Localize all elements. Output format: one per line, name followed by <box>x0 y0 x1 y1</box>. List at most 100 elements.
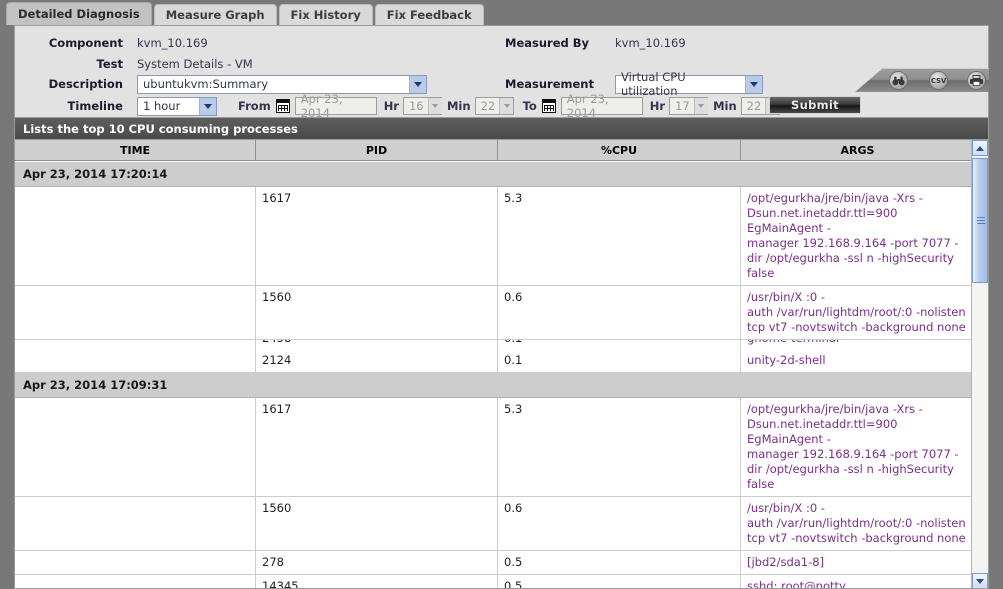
tab-label: Measure Graph <box>165 8 265 22</box>
cell-args: unity-2d-shell <box>747 353 826 367</box>
table-group-header: Apr 23, 2014 17:09:31 <box>15 373 973 398</box>
from-min-value: 22 <box>480 99 496 113</box>
from-min-select[interactable]: 22 <box>474 97 514 115</box>
submit-button-label: Submit <box>791 98 839 112</box>
column-header-cpu[interactable]: %CPU <box>498 140 741 160</box>
chevron-down-icon[interactable] <box>499 98 514 114</box>
cell-pid: 278 <box>256 551 498 574</box>
submit-button[interactable]: Submit <box>769 96 861 114</box>
scroll-down-button[interactable] <box>972 573 988 588</box>
measurement-label: Measurement <box>505 77 594 91</box>
csv-icon[interactable]: CSV <box>929 71 948 90</box>
from-date-input[interactable]: Apr 23, 2014 <box>294 92 377 120</box>
scroll-up-button[interactable] <box>972 140 988 156</box>
timeline-select[interactable]: 1 hour <box>137 96 217 116</box>
to-hr-label: Hr <box>649 99 666 113</box>
csv-icon-label: CSV <box>930 76 947 85</box>
from-hr-select[interactable]: 16 <box>402 97 442 115</box>
description-select[interactable]: ubuntukvm:Summary <box>137 74 427 94</box>
table-row[interactable]: 24580.1gnome-terminal <box>15 340 973 349</box>
scrollbar-grip <box>977 216 985 225</box>
cell-args: [jbd2/sda1-8] <box>747 555 825 569</box>
cell-args: /usr/bin/X :0 - auth /var/run/lightdm/ro… <box>747 290 966 334</box>
tab-fix-feedback[interactable]: Fix Feedback <box>374 4 484 25</box>
to-hr-value: 17 <box>675 99 690 113</box>
timeline-label: Timeline <box>67 99 123 113</box>
tab-detailed-diagnosis[interactable]: Detailed Diagnosis <box>6 2 152 25</box>
column-header-args[interactable]: ARGS <box>741 140 974 160</box>
cell-time <box>15 575 256 588</box>
from-hr-value: 16 <box>408 99 424 113</box>
to-date-input[interactable]: Apr 23, 2014 <box>560 92 643 120</box>
tab-bar: Detailed Diagnosis Measure Graph Fix His… <box>0 0 1003 25</box>
tab-label: Fix History <box>290 8 361 22</box>
measurement-select-value: Virtual CPU utilization <box>621 70 686 98</box>
printer-icon[interactable] <box>967 71 986 90</box>
cell-pid: 1560 <box>256 286 498 339</box>
component-value: kvm_10.169 <box>137 36 208 50</box>
table-row[interactable]: 1617 5.3/opt/egurkha/jre/bin/java -Xrs - … <box>15 187 973 286</box>
printer-glyph <box>970 75 983 86</box>
calendar-icon-from[interactable] <box>275 99 290 113</box>
table-row-clipped[interactable]: 24580.1gnome-terminal <box>15 340 973 349</box>
to-min-label: Min <box>713 99 737 113</box>
clipped-row-content: 24580.1gnome-terminal <box>15 340 973 349</box>
cell-args: /opt/egurkha/jre/bin/java -Xrs - Dsun.ne… <box>747 191 959 280</box>
to-min-value: 22 <box>746 99 762 113</box>
table-row[interactable]: 1560 0.6/usr/bin/X :0 - auth /var/run/lig… <box>15 497 973 551</box>
table-row[interactable]: 2124 0.1 unity-2d-shell <box>15 349 973 373</box>
cell-pid: 14345 <box>256 575 498 588</box>
tab-measure-graph[interactable]: Measure Graph <box>153 4 277 25</box>
vertical-scrollbar[interactable] <box>971 140 988 588</box>
cell-cpu: 0.6 <box>498 286 741 339</box>
tab-fix-history[interactable]: Fix History <box>278 4 373 25</box>
calendar-icon-to[interactable] <box>541 99 556 113</box>
results-table-panel: Lists the top 10 CPU consuming processes… <box>14 117 989 589</box>
cell-args: /usr/bin/X :0 - auth /var/run/lightdm/ro… <box>747 501 966 545</box>
chevron-down-icon[interactable] <box>409 75 426 93</box>
chevron-down-icon[interactable] <box>693 98 708 114</box>
chevron-down-icon[interactable] <box>199 97 216 115</box>
from-hr-label: Hr <box>383 99 399 113</box>
binoculars-icon[interactable] <box>889 71 908 90</box>
cell-cpu: 0.1 <box>498 340 741 349</box>
cell-args: sshd: root@notty <box>747 579 846 589</box>
cell-cpu: 0.1 <box>498 349 741 372</box>
cell-cpu: 0.5 <box>498 575 741 588</box>
to-hr-select[interactable]: 17 <box>669 97 709 115</box>
cell-pid: 2458 <box>256 340 498 349</box>
cell-pid: 1617 <box>256 398 498 496</box>
table-row[interactable]: 278 0.5 [jbd2/sda1-8] <box>15 551 973 575</box>
timeline-row: Timeline 1 hour From Apr 23, 2014 Hr 16 … <box>23 92 780 120</box>
cell-pid: 2124 <box>256 349 498 372</box>
table-title: Lists the top 10 CPU consuming processes <box>15 118 988 140</box>
measurement-row: Measurement Virtual CPU utilization <box>505 70 763 98</box>
cell-cpu: 5.3 <box>498 398 741 496</box>
table-row[interactable]: 1617 5.3/opt/egurkha/jre/bin/java -Xrs - … <box>15 398 973 497</box>
column-header-time[interactable]: TIME <box>15 140 256 160</box>
description-label: Description <box>48 77 123 91</box>
from-min-label: Min <box>446 99 471 113</box>
cell-args: /opt/egurkha/jre/bin/java -Xrs - Dsun.ne… <box>747 402 959 491</box>
cell-time <box>15 340 256 349</box>
table-row[interactable]: 14345 0.5 sshd: root@notty <box>15 575 973 589</box>
action-toolbar: CSV <box>855 68 989 92</box>
measurement-select[interactable]: Virtual CPU utilization <box>615 70 763 98</box>
cell-cpu: 0.5 <box>498 551 741 574</box>
to-label: To <box>522 99 537 113</box>
scrollbar-thumb[interactable] <box>972 158 988 283</box>
cell-pid: 1617 <box>256 187 498 285</box>
test-value: System Details - VM <box>137 57 253 71</box>
table-body: Apr 23, 2014 17:20:14 1617 5.3/opt/egurkh… <box>15 162 973 589</box>
chevron-down-icon[interactable] <box>427 98 442 114</box>
cell-args: gnome-terminal <box>741 340 973 349</box>
from-label: From <box>238 99 271 113</box>
binoculars-glyph <box>892 76 905 85</box>
cell-time <box>15 398 256 496</box>
column-header-pid[interactable]: PID <box>256 140 498 160</box>
table-row[interactable]: 1560 0.6/usr/bin/X :0 - auth /var/run/lig… <box>15 286 973 340</box>
chevron-down-icon[interactable] <box>745 75 762 93</box>
test-row: Test System Details - VM <box>23 53 253 75</box>
cell-pid: 1560 <box>256 497 498 550</box>
measured-by-label: Measured By <box>505 36 590 50</box>
